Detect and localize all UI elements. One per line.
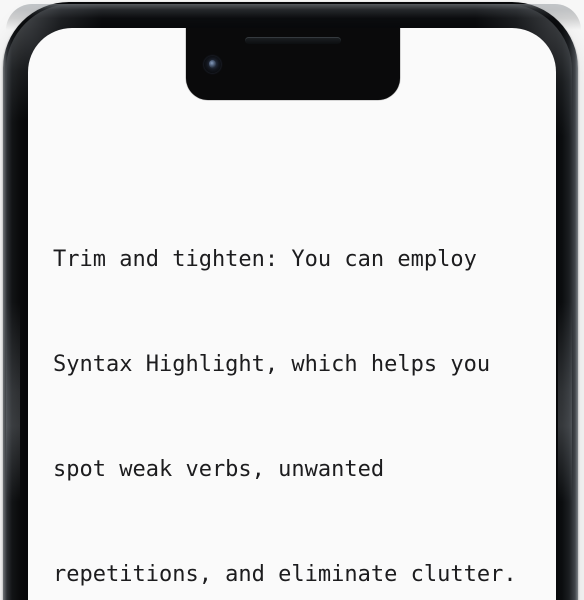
paragraph-line: repetitions, and eliminate clutter. xyxy=(53,562,517,587)
frame-left-edge-highlight xyxy=(6,302,20,502)
paragraph-line: Trim and tighten: You can employ xyxy=(53,247,477,272)
camera-lens-iris xyxy=(209,60,216,68)
paragraph-line: spot weak verbs, unwanted xyxy=(53,457,385,482)
display-notch xyxy=(186,28,400,100)
earpiece-speaker-icon xyxy=(245,37,341,44)
phone-screen[interactable]: Trim and tighten: You can employ Syntax … xyxy=(28,28,556,600)
paragraph-line: Syntax Highlight, which helps you xyxy=(53,352,491,377)
body-paragraph: Trim and tighten: You can employ Syntax … xyxy=(53,172,539,600)
text-content-area: Trim and tighten: You can employ Syntax … xyxy=(53,172,539,600)
frame-top-highlight xyxy=(6,4,581,30)
front-camera-icon xyxy=(204,56,221,73)
screenshot-canvas: Trim and tighten: You can employ Syntax … xyxy=(0,0,584,600)
frame-right-edge-highlight xyxy=(558,302,572,502)
